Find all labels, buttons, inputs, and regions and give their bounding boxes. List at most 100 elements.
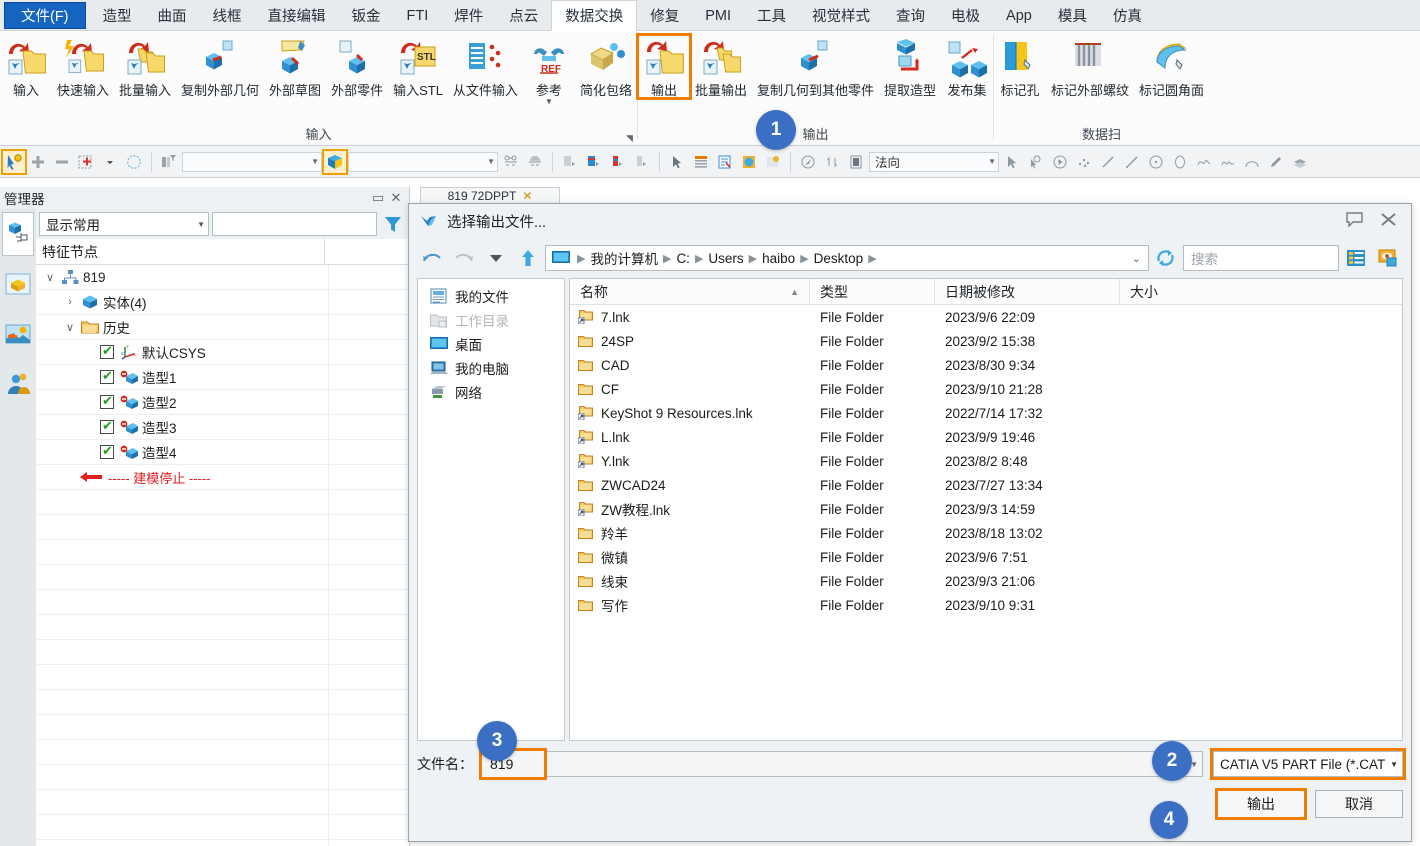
view-list-icon[interactable] [1341, 245, 1371, 271]
stack-icon[interactable] [1289, 151, 1311, 173]
file-row[interactable]: 24SP File Folder 2023/9/2 15:38 [570, 329, 1402, 353]
tree-node[interactable]: 造型2 [36, 390, 409, 415]
points-icon[interactable] [1073, 151, 1095, 173]
ribbon-tab-9[interactable]: 数据交换 [551, 0, 638, 31]
file-row[interactable]: CF File Folder 2023/9/10 21:28 [570, 377, 1402, 401]
cancel-button[interactable]: 取消 [1315, 790, 1403, 818]
breadcrumb-segment-1[interactable]: C: [674, 251, 692, 266]
ribbon-button-export[interactable]: 输出 [635, 33, 692, 100]
ribbon-tab-16[interactable]: App [993, 0, 1045, 31]
file-list-rows[interactable]: 7.lnk File Folder 2023/9/6 22:09 24SP File F… [570, 305, 1402, 740]
tree-node[interactable]: YX Z 默认CSYS [36, 340, 409, 365]
toolbar-combo-2[interactable]: ▼ [348, 151, 498, 172]
ellipse-icon[interactable] [1169, 151, 1191, 173]
funnel-icon[interactable] [380, 212, 406, 236]
sun-icon[interactable] [762, 151, 784, 173]
filetype-select[interactable]: CATIA V5 PART File (*.CAT ▼ [1210, 748, 1406, 780]
ribbon-button-mark-hole[interactable]: 标记孔 [994, 35, 1046, 98]
ribbon-tab-10[interactable]: 修复 [637, 0, 692, 31]
ribbon-button-quick-import[interactable]: 快速输入 [52, 35, 114, 98]
user-icon[interactable] [2, 362, 34, 406]
search-input[interactable]: 搜索 [1183, 245, 1339, 271]
list-icon[interactable] [690, 151, 712, 173]
file-column-header-3[interactable]: 大小 [1120, 279, 1402, 304]
feature-tree-icon[interactable] [2, 212, 34, 256]
place-item-4[interactable]: 网络 [418, 380, 564, 404]
ribbon-button-external-sketch[interactable]: 外部草图 [264, 35, 326, 98]
file-list[interactable]: 名称 ▲ 类型 日期被修改 大小 7.lnk File Folder 2023/9/6 22… [569, 278, 1403, 741]
chevron-down-icon[interactable]: ⌄ [1132, 252, 1144, 265]
place-item-0[interactable]: 我的文件 [418, 284, 564, 308]
ribbon-button-publication-set[interactable]: 发布集 [941, 35, 993, 98]
ribbon-button-copy-external-geometry[interactable]: 复制外部几何 [176, 35, 264, 98]
play-icon[interactable] [1049, 151, 1071, 173]
ribbon-button-reference[interactable]: REF 参考 ▼ [523, 35, 575, 106]
ribbon-tab-7[interactable]: 焊件 [441, 0, 496, 31]
tree-node[interactable]: 造型3 [36, 415, 409, 440]
caret-down-icon[interactable]: ▼ [545, 98, 553, 106]
place-item-2[interactable]: 桌面 [418, 332, 564, 356]
ribbon-button-batch-import[interactable]: 批量输入 [114, 35, 176, 98]
file-row[interactable]: KeyShot 9 Resources.lnk File Folder 2022/7… [570, 401, 1402, 425]
caret-down-icon[interactable] [99, 151, 121, 173]
filter-icon[interactable] [158, 151, 180, 173]
tree-node-checkbox[interactable] [100, 368, 114, 384]
curve-icon[interactable] [1217, 151, 1239, 173]
ribbon-tab-1[interactable]: 造型 [90, 0, 145, 31]
circle-center-icon[interactable] [1145, 151, 1167, 173]
ribbon-button-import-stl[interactable]: STL 输入STL [388, 35, 448, 98]
style2-icon[interactable] [583, 151, 605, 173]
file-row[interactable]: 微镇 File Folder 2023/9/6 7:51 [570, 545, 1402, 569]
ribbon-tab-4[interactable]: 直接编辑 [255, 0, 339, 31]
cursor-icon[interactable] [666, 151, 688, 173]
breadcrumb-segment-4[interactable]: Desktop [812, 251, 866, 266]
ribbon-tab-6[interactable]: FTI [394, 0, 442, 31]
ribbon-tab-5[interactable]: 钣金 [339, 0, 394, 31]
add-icon[interactable] [27, 151, 49, 173]
close-icon[interactable]: ✕ [387, 190, 405, 206]
plane-icon[interactable] [845, 151, 867, 173]
filename-input[interactable]: 819 ▼ [479, 748, 1203, 780]
place-item-1[interactable]: 工作目录 [418, 308, 564, 332]
pencil-icon[interactable] [1265, 151, 1287, 173]
ribbon-tab-17[interactable]: 模具 [1045, 0, 1100, 31]
manager-search-input[interactable] [212, 212, 377, 236]
tree-node-checkbox[interactable] [100, 393, 114, 409]
breadcrumb[interactable]: ▶ 我的计算机 ▶ C: ▶ Users ▶ haibo ▶ Desktop ▶… [545, 245, 1149, 271]
breadcrumb-segment-3[interactable]: haibo [760, 251, 797, 266]
close-x-icon[interactable]: ✕ [522, 189, 532, 203]
smart-select-icon[interactable] [1, 148, 27, 175]
file-column-header-0[interactable]: 名称 ▲ [570, 279, 810, 304]
ribbon-tab-3[interactable]: 线框 [200, 0, 255, 31]
ribbon-tab-12[interactable]: 工具 [744, 0, 799, 31]
remove-icon[interactable] [51, 151, 73, 173]
tree-node-checkbox[interactable] [100, 443, 114, 459]
globe-icon[interactable] [738, 151, 760, 173]
breadcrumb-segment-2[interactable]: Users [706, 251, 745, 266]
line-icon[interactable] [1097, 151, 1119, 173]
caret-down-icon[interactable] [481, 245, 511, 271]
add-point-icon[interactable] [75, 151, 97, 173]
file-row[interactable]: Y.lnk File Folder 2023/8/2 8:48 [570, 449, 1402, 473]
tree-twisty[interactable]: › [60, 296, 80, 308]
spline-icon[interactable] [1193, 151, 1215, 173]
arc-icon[interactable] [1241, 151, 1263, 173]
tree-node-checkbox[interactable] [100, 343, 114, 359]
file-column-header-1[interactable]: 类型 [810, 279, 935, 304]
dim-icon[interactable] [500, 151, 522, 173]
restore-icon[interactable]: ▭ [369, 190, 387, 206]
file-row[interactable]: L.lnk File Folder 2023/9/9 19:46 [570, 425, 1402, 449]
ribbon-button-mark-external-thread[interactable]: 标记外部螺纹 [1046, 35, 1134, 98]
breadcrumb-segment-0[interactable]: 我的计算机 [588, 248, 660, 268]
file-row[interactable]: 羚羊 File Folder 2023/8/18 13:02 [570, 521, 1402, 545]
tree-node[interactable]: 造型4 [36, 440, 409, 465]
ribbon-tab-15[interactable]: 电极 [938, 0, 993, 31]
up-arrow-icon[interactable] [513, 245, 543, 271]
forward-arrow-icon[interactable] [449, 245, 479, 271]
document-tab[interactable]: 819 72DPPT ✕ [420, 187, 560, 204]
file-row[interactable]: 写作 File Folder 2023/9/10 9:31 [570, 593, 1402, 617]
ribbon-button-import[interactable]: 输入 [0, 35, 52, 98]
ribbon-tab-2[interactable]: 曲面 [145, 0, 200, 31]
ribbon-button-extract-shape[interactable]: 提取造型 [879, 35, 941, 98]
tree-twisty[interactable]: ∨ [60, 321, 80, 334]
